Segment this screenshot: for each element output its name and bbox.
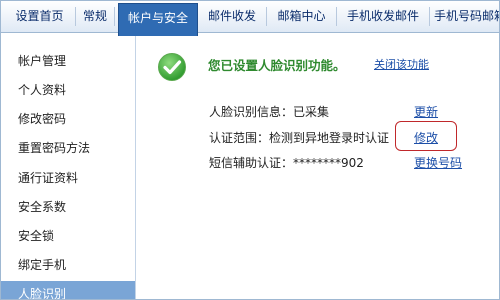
- update-face-link[interactable]: 更新: [414, 103, 438, 120]
- settings-tab-bar: 设置首页 常规 帐户与安全 邮件收发 邮箱中心 手机收发邮件 手机号码邮箱: [1, 1, 499, 36]
- sidebar-item-profile[interactable]: 个人资料: [1, 77, 135, 104]
- change-number-link[interactable]: 更换号码: [414, 154, 462, 171]
- sms-auth-row: 短信辅助认证：********902: [209, 154, 364, 171]
- sidebar-item-security-lock[interactable]: 安全锁: [1, 223, 135, 250]
- face-info-value: 已采集: [293, 105, 330, 119]
- tab-divider: [114, 7, 115, 26]
- tab-divider: [429, 7, 430, 26]
- status-headline: 您已设置人脸识别功能。: [208, 58, 346, 73]
- sidebar-item-security-level[interactable]: 安全系数: [1, 194, 135, 221]
- auth-scope-row: 认证范围：检测到异地登录时认证: [209, 129, 389, 146]
- tab-phone-number-mailbox[interactable]: 手机号码邮箱: [434, 1, 499, 32]
- face-info-row: 人脸识别信息：已采集: [209, 103, 329, 120]
- settings-window: 设置首页 常规 帐户与安全 邮件收发 邮箱中心 手机收发邮件 手机号码邮箱 帐户…: [0, 0, 500, 300]
- tab-mobile-mail[interactable]: 手机收发邮件: [337, 1, 429, 32]
- tab-account-security[interactable]: 帐户与安全: [118, 3, 198, 36]
- sidebar-item-passport-info[interactable]: 通行证资料: [1, 165, 135, 192]
- sidebar: 帐户管理 个人资料 修改密码 重置密码方法 通行证资料 安全系数 安全锁 绑定手…: [1, 33, 136, 299]
- sidebar-item-reset-password-method[interactable]: 重置密码方法: [1, 135, 135, 162]
- tab-mail-send-receive[interactable]: 邮件收发: [198, 1, 266, 32]
- disable-feature-link[interactable]: 关闭该功能: [374, 56, 429, 72]
- sidebar-item-change-password[interactable]: 修改密码: [1, 106, 135, 133]
- sms-auth-value: ********902: [293, 156, 364, 170]
- sidebar-item-bind-phone[interactable]: 绑定手机: [1, 252, 135, 279]
- main-content: 您已设置人脸识别功能。 关闭该功能 人脸识别信息：已采集 更新 认证范围：检测到…: [136, 33, 499, 299]
- success-check-icon: [158, 53, 186, 81]
- auth-scope-label: 认证范围：: [209, 131, 270, 145]
- modify-scope-link[interactable]: 修改: [414, 129, 438, 146]
- sidebar-item-face-recognition[interactable]: 人脸识别: [1, 281, 135, 299]
- sms-auth-label: 短信辅助认证：: [209, 156, 294, 170]
- tab-settings-home[interactable]: 设置首页: [4, 1, 75, 32]
- tab-mailbox-center[interactable]: 邮箱中心: [267, 1, 336, 32]
- sidebar-item-account-management[interactable]: 帐户管理: [1, 48, 135, 75]
- tab-general[interactable]: 常规: [76, 1, 114, 32]
- auth-scope-value: 检测到异地登录时认证: [269, 131, 390, 145]
- face-info-label: 人脸识别信息：: [209, 105, 294, 119]
